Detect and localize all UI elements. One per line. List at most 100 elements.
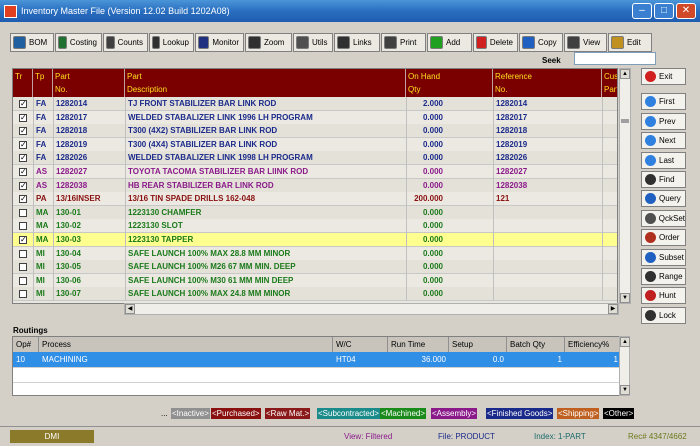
table-row[interactable]: ✓ MA 130-03 1223130 TAPPER 0.000 bbox=[13, 233, 617, 247]
row-checkbox[interactable]: ✓ bbox=[19, 195, 27, 204]
row-checkbox[interactable]: ✓ bbox=[19, 100, 27, 108]
scroll-right-icon[interactable]: ▶ bbox=[608, 304, 618, 314]
table-row[interactable]: ✓ FA 1282017 WELDED STABALIZER LINK 1996 LH… bbox=[13, 110, 617, 125]
toolbar-copy-button[interactable]: Copy bbox=[519, 33, 563, 52]
column-divider bbox=[53, 165, 54, 179]
toolbar-view-button[interactable]: View bbox=[564, 33, 607, 52]
inventory-grid[interactable]: Tr Tp Part No. Part Description On Hand Qty Refe… bbox=[12, 68, 618, 304]
routings-vertical-scrollbar[interactable]: ▲ ▼ bbox=[619, 336, 630, 396]
sidebar-last-button[interactable]: Last bbox=[641, 151, 686, 169]
table-row[interactable]: MI 130-04 SAFE LAUNCH 100% MAX 28.8 MM MIN… bbox=[13, 246, 617, 261]
table-row[interactable]: MA 130-01 1223130 CHAMFER 0.000 bbox=[13, 205, 617, 220]
row-checkbox[interactable] bbox=[19, 276, 27, 285]
toolbar-add-button[interactable]: Add bbox=[427, 33, 472, 52]
sidebar-button-label: Lock bbox=[659, 310, 676, 320]
routings-header-5[interactable]: Batch Qty bbox=[507, 337, 565, 352]
row-checkbox[interactable]: ✓ bbox=[19, 113, 27, 122]
routings-header-0[interactable]: Op# bbox=[13, 337, 39, 352]
sidebar-prev-button[interactable]: Prev bbox=[641, 112, 686, 130]
table-row[interactable]: ✓ PA 13/16INSER 13/16 TIN SPADE DRILLS 162-… bbox=[13, 192, 617, 207]
table-row[interactable]: MI 130-05 SAFE LAUNCH 100% M26 67 MM MIN. … bbox=[13, 260, 617, 275]
row-checkbox[interactable] bbox=[19, 208, 27, 217]
toolbar-lookup-button[interactable]: Lookup bbox=[149, 33, 194, 52]
toolbar-costing-button[interactable]: Costing bbox=[55, 33, 102, 52]
sidebar-lock-button[interactable]: Lock bbox=[641, 306, 686, 324]
table-row[interactable]: ✓ FA 1282018 T300 (4X2) STABILIZER BAR LINK… bbox=[13, 124, 617, 139]
cell-tp: MA bbox=[36, 221, 49, 231]
scroll-left-icon[interactable]: ◀ bbox=[125, 304, 135, 314]
sidebar-qckset-button[interactable]: QckSet bbox=[641, 209, 686, 227]
row-checkbox[interactable]: ✓ bbox=[19, 168, 27, 176]
row-checkbox[interactable]: ✓ bbox=[19, 127, 27, 136]
row-checkbox[interactable]: ✓ bbox=[19, 154, 27, 163]
table-row[interactable]: ✓ FA 1282019 T300 (4X4) STABILIZER BAR LINK… bbox=[13, 137, 617, 152]
routings-header-4[interactable]: Setup bbox=[449, 337, 507, 352]
cell-desc: SAFE LAUNCH 100% M26 67 MM MIN. DEEP bbox=[128, 262, 296, 272]
grid-header-3[interactable]: Part Description bbox=[125, 69, 406, 97]
scroll-down-icon[interactable]: ▼ bbox=[620, 385, 630, 395]
scroll-up-icon[interactable]: ▲ bbox=[620, 337, 630, 347]
grid-header-2[interactable]: Part No. bbox=[53, 69, 125, 97]
routing-row[interactable]: 10 MACHINING HT04 36.000 0.0 1 1 bbox=[13, 352, 621, 367]
row-checkbox[interactable] bbox=[19, 290, 27, 299]
header-line1: On Hand bbox=[408, 72, 441, 81]
table-row[interactable]: ✓ FA 1282014 TJ FRONT STABILIZER BAR LINK R… bbox=[13, 97, 617, 111]
toolbar-monitor-button[interactable]: Monitor bbox=[195, 33, 244, 52]
sidebar-query-button[interactable]: Query bbox=[641, 190, 686, 208]
toolbar-delete-button[interactable]: Delete bbox=[473, 33, 518, 52]
column-divider bbox=[406, 151, 407, 166]
row-checkbox[interactable] bbox=[19, 249, 27, 258]
scroll-up-icon[interactable]: ▲ bbox=[620, 69, 630, 79]
grid-vertical-scrollbar[interactable]: ▲ ▼ bbox=[619, 68, 631, 304]
column-divider bbox=[125, 124, 126, 139]
toolbar-counts-button[interactable]: Counts bbox=[103, 33, 148, 52]
maximize-button[interactable]: □ bbox=[654, 3, 674, 19]
row-checkbox[interactable]: ✓ bbox=[19, 181, 27, 190]
routings-header-2[interactable]: W/C bbox=[333, 337, 388, 352]
table-row[interactable]: ✓ AS 1282027 TOYOTA TACOMA STABILIZER BAR L… bbox=[13, 165, 617, 179]
routings-header-1[interactable]: Process bbox=[39, 337, 333, 352]
scroll-down-icon[interactable]: ▼ bbox=[620, 293, 630, 303]
sidebar-subset-button[interactable]: Subset bbox=[641, 248, 686, 266]
cell-desc: 13/16 TIN SPADE DRILLS 162-048 bbox=[128, 194, 256, 204]
table-row[interactable]: MI 130-06 SAFE LAUNCH 100% M30 61 MM MIN D… bbox=[13, 273, 617, 288]
grid-header-5[interactable]: Reference No. bbox=[493, 69, 602, 97]
sidebar-next-button[interactable]: Next bbox=[641, 132, 686, 150]
toolbar-print-button[interactable]: Print bbox=[381, 33, 426, 52]
table-row[interactable]: MA 130-02 1223130 SLOT 0.000 bbox=[13, 219, 617, 234]
toolbar-links-button[interactable]: Links bbox=[334, 33, 380, 52]
grid-header-4[interactable]: On Hand Qty bbox=[406, 69, 493, 97]
column-divider bbox=[33, 178, 34, 193]
table-row[interactable]: ✓ AS 1282038 HB REAR STABILIZER BAR LINK RO… bbox=[13, 178, 617, 193]
routings-header-3[interactable]: Run Time bbox=[388, 337, 449, 352]
grid-header-0[interactable]: Tr bbox=[13, 69, 33, 97]
toolbar-zoom-button[interactable]: Zoom bbox=[245, 33, 292, 52]
sidebar-first-button[interactable]: First bbox=[641, 93, 686, 111]
cell-part: 1282027 bbox=[56, 167, 88, 176]
grid-header-1[interactable]: Tp bbox=[33, 69, 53, 97]
routings-grid[interactable]: Op# Process W/C Run Time Setup Batch Qty Effic… bbox=[12, 336, 630, 396]
grid-horizontal-scrollbar[interactable]: ◀ ▶ bbox=[124, 303, 619, 315]
sidebar-order-button[interactable]: Order bbox=[641, 229, 686, 247]
routings-header-6[interactable]: Efficiency% bbox=[565, 337, 621, 352]
cell-desc: 1223130 SLOT bbox=[128, 221, 183, 231]
next-icon bbox=[645, 135, 656, 147]
toolbar-utils-button[interactable]: Utils bbox=[293, 33, 333, 52]
row-checkbox[interactable]: ✓ bbox=[19, 140, 27, 149]
row-checkbox[interactable] bbox=[19, 263, 27, 272]
seek-input[interactable] bbox=[574, 52, 656, 65]
sidebar-range-button[interactable]: Range bbox=[641, 268, 686, 285]
table-row[interactable]: ✓ FA 1282026 WELDED STABALIZER LINK 1998 LH… bbox=[13, 151, 617, 166]
scroll-thumb[interactable] bbox=[621, 119, 629, 123]
minimize-button[interactable]: – bbox=[632, 3, 652, 19]
row-checkbox[interactable]: ✓ bbox=[19, 236, 27, 244]
sidebar-find-button[interactable]: Find bbox=[641, 171, 686, 188]
toolbar-edit-button[interactable]: Edit bbox=[608, 33, 652, 52]
sidebar-exit-button[interactable]: Exit bbox=[641, 68, 686, 85]
grid-header-6[interactable]: Cus Part bbox=[602, 69, 617, 97]
close-button[interactable]: ✕ bbox=[676, 3, 696, 19]
sidebar-hunt-button[interactable]: Hunt bbox=[641, 287, 686, 305]
table-row[interactable]: MI 130-07 SAFE LAUNCH 100% MAX 24.8 MM MIN… bbox=[13, 287, 617, 302]
row-checkbox[interactable] bbox=[19, 222, 27, 231]
toolbar-bom-button[interactable]: BOM bbox=[10, 33, 54, 52]
